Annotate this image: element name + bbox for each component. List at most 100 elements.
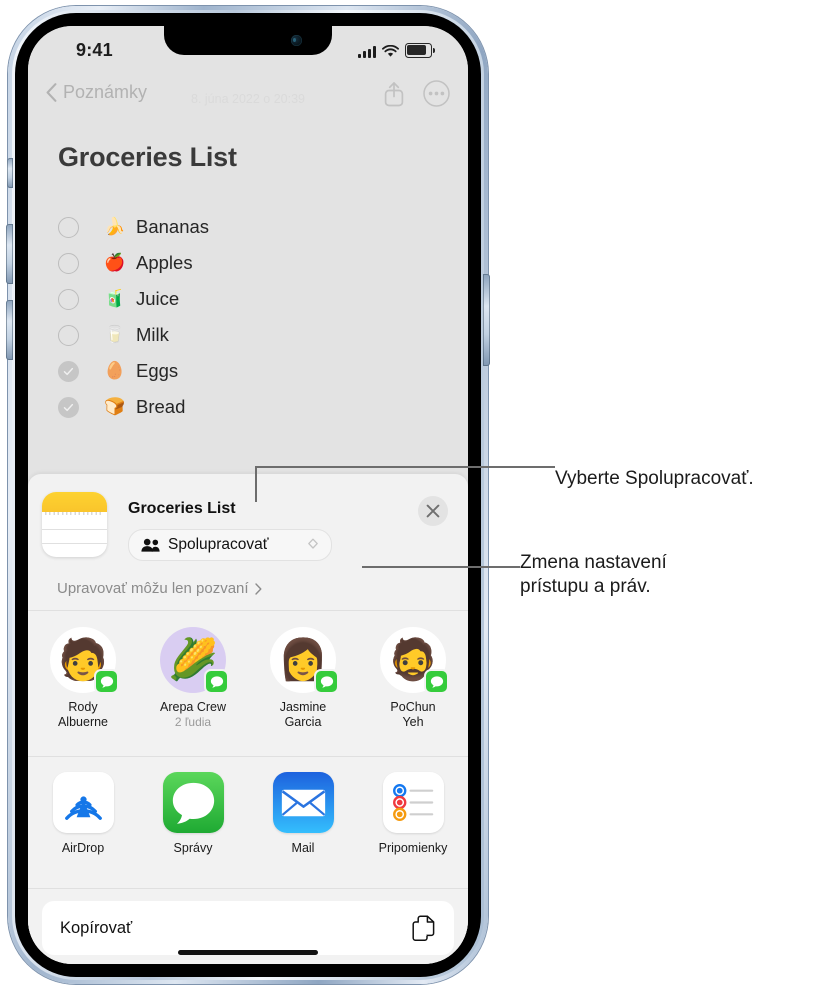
note-checklist: 🍌 Bananas 🍎 Apples 🧃 Juice 🥛 Milk 🥚 Eggs 🍞 Bread bbox=[58, 209, 448, 425]
people-icon bbox=[141, 538, 160, 552]
collaborate-dropdown[interactable]: Spolupracovať bbox=[128, 529, 332, 561]
copy-icon bbox=[412, 915, 435, 941]
share-app-label: AirDrop bbox=[61, 841, 105, 855]
contact-share-target[interactable]: 🌽 Arepa Crew 2 ľudia bbox=[138, 619, 248, 749]
callout-two-line-1: Zmena nastavení bbox=[520, 552, 667, 573]
share-app-target[interactable]: Mail bbox=[248, 764, 358, 884]
wifi-icon bbox=[382, 44, 399, 57]
permissions-button[interactable]: Upravovať môžu len pozvaní bbox=[57, 580, 262, 597]
copy-action-row[interactable]: Kopírovať bbox=[42, 901, 454, 955]
messages-badge-icon bbox=[424, 669, 449, 694]
messages-badge-icon bbox=[94, 669, 119, 694]
checklist-item[interactable]: 🥛 Milk bbox=[58, 317, 448, 353]
home-indicator[interactable] bbox=[178, 950, 318, 955]
front-camera-icon bbox=[291, 35, 302, 46]
checklist-item-emoji: 🍎 bbox=[104, 252, 126, 273]
messages-icon bbox=[162, 772, 224, 833]
sheet-divider-top bbox=[28, 610, 468, 611]
silent-switch[interactable] bbox=[7, 158, 13, 188]
device-screen: 9:41 Poznámky 8. júna 2022 o 20:39 Groce… bbox=[28, 26, 468, 964]
shared-document-title: Groceries List bbox=[128, 500, 236, 517]
contact-avatar-wrapper: 🧔 bbox=[380, 627, 449, 694]
reminders-icon bbox=[382, 772, 444, 833]
volume-down-button[interactable] bbox=[6, 300, 13, 360]
checklist-item-label: Milk bbox=[136, 324, 169, 345]
contact-share-target[interactable]: 🧑 Rody Albuerne bbox=[28, 619, 138, 749]
more-options-icon[interactable] bbox=[423, 80, 450, 107]
contact-name: Rody Albuerne bbox=[57, 700, 109, 729]
checkbox-unchecked-icon[interactable] bbox=[58, 324, 79, 346]
contact-subtitle: 2 ľudia bbox=[174, 714, 212, 729]
battery-icon bbox=[405, 43, 435, 58]
callout-one-leader-vertical bbox=[255, 466, 257, 502]
checkbox-unchecked-icon[interactable] bbox=[58, 216, 79, 238]
share-app-target[interactable]: Správy bbox=[138, 764, 248, 884]
status-bar-time: 9:41 bbox=[76, 40, 113, 60]
close-icon bbox=[426, 504, 440, 518]
messages-badge-icon bbox=[314, 669, 339, 694]
checklist-item-label: Apples bbox=[136, 252, 193, 273]
contact-avatar-wrapper: 🧑 bbox=[50, 627, 119, 694]
share-icon[interactable] bbox=[383, 81, 405, 107]
messages-badge-icon bbox=[204, 669, 229, 694]
checklist-item[interactable]: 🍎 Apples bbox=[58, 245, 448, 281]
share-app-target[interactable]: AirDrop bbox=[28, 764, 138, 884]
callout-select-collaborate: Vyberte Spolupracovať. bbox=[555, 468, 754, 489]
share-app-target[interactable]: Pripomienky bbox=[358, 764, 468, 884]
checklist-item-emoji: 🍞 bbox=[104, 396, 126, 417]
status-bar-indicators bbox=[358, 43, 435, 58]
share-sheet-header: Groceries List Spolupracovať Upravovať m… bbox=[28, 474, 468, 597]
contact-name: Jasmine Garcia bbox=[279, 700, 327, 729]
note-navigation-bar: Poznámky 8. júna 2022 o 20:39 bbox=[28, 78, 468, 118]
contact-avatar-wrapper: 🌽 bbox=[160, 627, 229, 694]
chevron-right-icon bbox=[254, 582, 262, 595]
device-notch bbox=[164, 26, 332, 55]
copy-action-label: Kopírovať bbox=[60, 918, 133, 937]
close-share-sheet-button[interactable] bbox=[418, 496, 448, 526]
notes-app-icon bbox=[42, 492, 107, 557]
callout-two-line-2: prístupu a práv. bbox=[520, 575, 651, 597]
permissions-label: Upravovať môžu len pozvaní bbox=[57, 580, 249, 597]
cellular-signal-icon bbox=[358, 45, 376, 58]
checkbox-checked-icon[interactable] bbox=[58, 360, 79, 382]
iphone-device-frame: 9:41 Poznámky 8. júna 2022 o 20:39 Groce… bbox=[6, 6, 490, 984]
volume-up-button[interactable] bbox=[6, 224, 13, 284]
checklist-item-emoji: 🥚 bbox=[104, 360, 126, 381]
share-app-label: Pripomienky bbox=[378, 841, 448, 855]
contact-share-target[interactable]: 👩 Jasmine Garcia bbox=[248, 619, 358, 749]
checklist-item-emoji: 🧃 bbox=[104, 288, 126, 309]
chevron-updown-icon bbox=[307, 538, 318, 549]
callout-one-leader-horizontal bbox=[255, 466, 555, 468]
collaborate-option-label: Spolupracovať bbox=[168, 536, 269, 553]
note-title: Groceries List bbox=[58, 142, 237, 172]
checklist-item-label: Bananas bbox=[136, 216, 210, 237]
share-app-label: Mail bbox=[291, 841, 315, 855]
checkbox-unchecked-icon[interactable] bbox=[58, 252, 79, 274]
contact-name: PoChun Yeh bbox=[390, 700, 436, 729]
checklist-item-emoji: 🍌 bbox=[104, 216, 126, 237]
contact-share-target[interactable]: 🧔 PoChun Yeh bbox=[358, 619, 468, 749]
airdrop-icon bbox=[52, 772, 114, 833]
callout-two-leader bbox=[362, 566, 520, 568]
share-app-label: Správy bbox=[173, 841, 213, 855]
mail-icon bbox=[272, 772, 334, 833]
sheet-divider-middle bbox=[28, 756, 468, 757]
checklist-item[interactable]: 🍌 Bananas bbox=[58, 209, 448, 245]
checkbox-unchecked-icon[interactable] bbox=[58, 288, 79, 310]
share-sheet: Groceries List Spolupracovať Upravovať m… bbox=[28, 474, 468, 964]
power-button[interactable] bbox=[483, 274, 490, 366]
checklist-item-label: Bread bbox=[136, 396, 186, 417]
checklist-item-emoji: 🥛 bbox=[104, 324, 126, 345]
suggested-contacts-row: 🧑 Rody Albuerne 🌽 Arepa Crew 2 ľudia 👩 Jasmine G… bbox=[28, 619, 468, 749]
checklist-item[interactable]: 🧃 Juice bbox=[58, 281, 448, 317]
checkbox-checked-icon[interactable] bbox=[58, 396, 79, 418]
checklist-item-label: Eggs bbox=[136, 360, 179, 381]
note-actions bbox=[383, 80, 450, 107]
contact-name: Arepa Crew 2 ľudia bbox=[160, 700, 226, 729]
checklist-item[interactable]: 🍞 Bread bbox=[58, 389, 448, 425]
contact-avatar-wrapper: 👩 bbox=[270, 627, 339, 694]
sheet-divider-bottom bbox=[28, 888, 468, 889]
share-apps-row: AirDrop Správy Mail Pripomienky bbox=[28, 764, 468, 884]
checklist-item[interactable]: 🥚 Eggs bbox=[58, 353, 448, 389]
checklist-item-label: Juice bbox=[136, 288, 180, 309]
